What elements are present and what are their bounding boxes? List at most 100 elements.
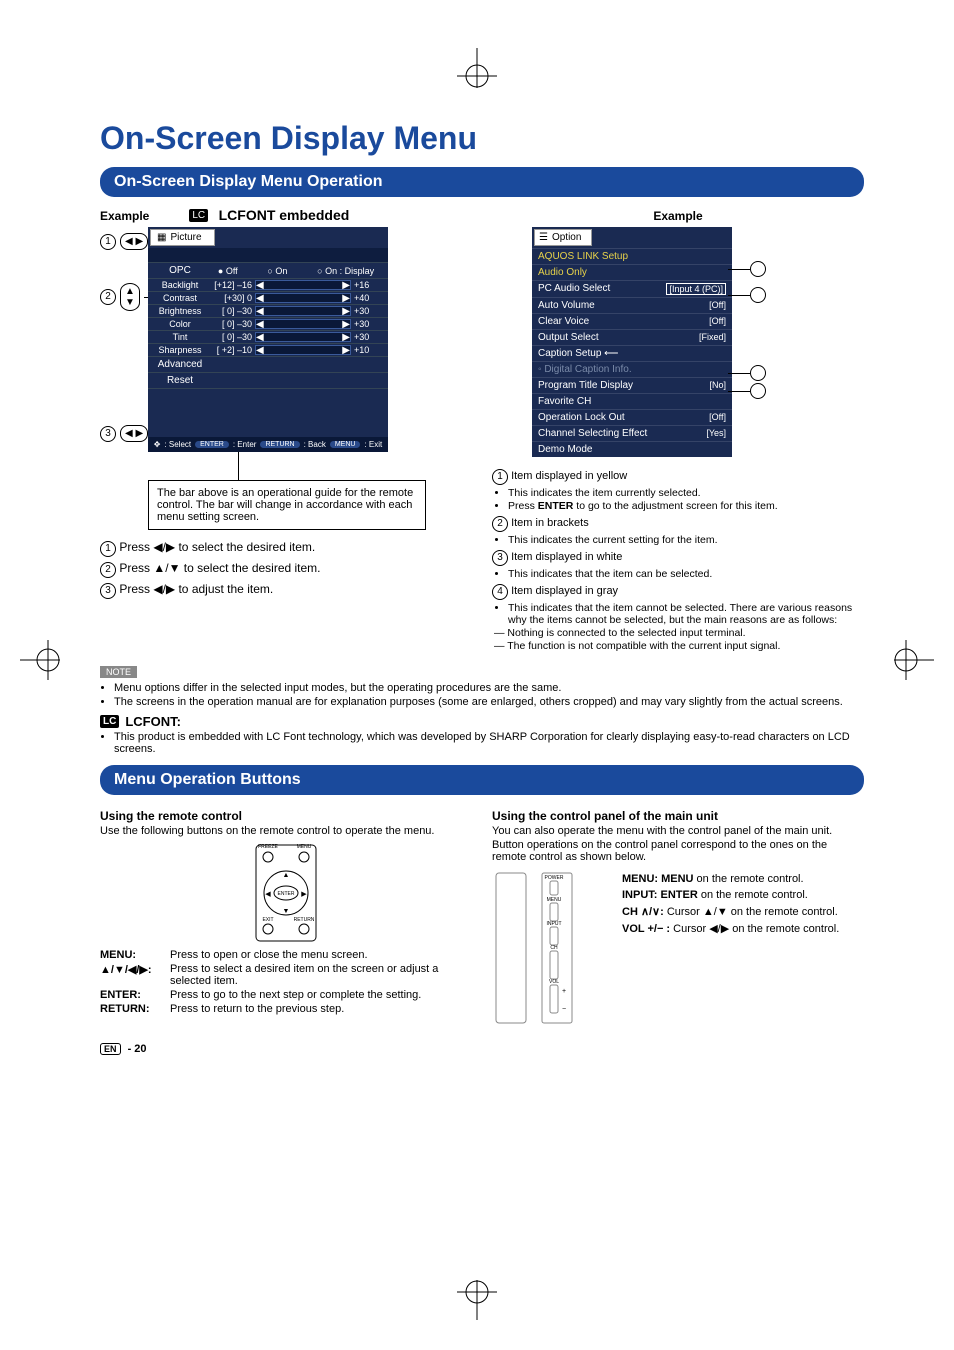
page-number: EN - 20 — [100, 1043, 864, 1055]
option-row[interactable]: Demo Mode — [532, 441, 732, 457]
svg-text:▲: ▲ — [283, 872, 290, 879]
legend-4-head: 4 Item displayed in gray — [492, 584, 864, 600]
svg-text:MENU: MENU — [297, 844, 312, 850]
notes-list: Menu options differ in the selected inpu… — [114, 682, 864, 708]
option-row[interactable]: AQUOS LINK Setup — [532, 248, 732, 264]
advanced-row[interactable]: Advanced — [152, 359, 208, 370]
opc-on-display[interactable]: On : Display — [317, 266, 374, 276]
option-row[interactable]: Audio Only — [532, 264, 732, 280]
option-row[interactable]: ◦ Digital Caption Info. — [532, 361, 732, 377]
slider-track[interactable]: ◀▶ — [255, 345, 351, 355]
svg-text:EXIT: EXIT — [262, 917, 273, 923]
step-1: 1 Press ◀/▶ to select the desired item. — [100, 540, 472, 557]
left-right-button-icon-2: ◀ ▶ — [120, 425, 148, 442]
callout-3-left: 3 — [100, 426, 116, 442]
slider-max: +10 — [351, 345, 384, 355]
svg-text:CH: CH — [550, 945, 558, 951]
option-row[interactable]: Clear Voice[Off] — [532, 313, 732, 329]
svg-text:◀: ◀ — [265, 891, 271, 898]
slider-label: Color — [152, 319, 208, 329]
slider-max: +30 — [351, 332, 384, 342]
opc-on[interactable]: On — [267, 266, 287, 276]
legend-1-body: This indicates the item currently select… — [508, 487, 864, 512]
note-tag: NOTE — [100, 666, 137, 678]
picture-icon: ▦ — [157, 232, 166, 243]
svg-text:+: + — [562, 988, 566, 995]
slider-max: +40 — [351, 293, 384, 303]
svg-text:ENTER: ENTER — [278, 891, 295, 897]
option-row[interactable]: Output Select[Fixed] — [532, 329, 732, 345]
return-pill: RETURN — [260, 441, 299, 448]
legend-4-body: This indicates that the item cannot be s… — [508, 602, 864, 652]
slider-label: Contrast — [152, 293, 208, 303]
slider-value: [ 0] –30 — [208, 332, 255, 342]
example-label-right: Example — [492, 209, 864, 223]
slider-track[interactable]: ◀▶ — [255, 332, 351, 342]
guide-bar: ✥: Select ENTER: Enter RETURN: Back MENU… — [148, 437, 388, 452]
slider-track[interactable]: ◀▶ — [255, 293, 351, 303]
svg-text:INPUT: INPUT — [547, 921, 562, 927]
opc-label: OPC — [152, 265, 208, 276]
slider-label: Tint — [152, 332, 208, 342]
svg-text:▼: ▼ — [283, 908, 290, 915]
slider-track[interactable]: ◀▶ — [255, 280, 351, 290]
picture-tab[interactable]: ▦ Picture — [150, 229, 215, 246]
lcfont-icon: LC — [189, 209, 208, 222]
enter-pill: ENTER — [195, 441, 229, 448]
slider-value: [+12] –16 — [208, 280, 255, 290]
callout-4-right: 4 — [750, 383, 766, 399]
slider-value: [ 0] –30 — [208, 306, 255, 316]
legend-2-head: 2 Item in brackets — [492, 516, 864, 532]
option-row[interactable]: Caption Setup ⟵ — [532, 345, 732, 361]
guide-info-box: The bar above is an operational guide fo… — [148, 480, 426, 530]
nav-arrows-icon: ✥ — [154, 440, 161, 449]
reset-row[interactable]: Reset — [152, 375, 208, 386]
crop-mark-right — [894, 640, 934, 680]
remote-intro: Use the following buttons on the remote … — [100, 825, 472, 837]
slider-max: +30 — [351, 319, 384, 329]
option-tab[interactable]: ☰ Option — [534, 229, 592, 246]
crop-mark-top — [457, 48, 497, 88]
slider-label: Sharpness — [152, 345, 208, 355]
panel-p2: Button operations on the control panel c… — [492, 839, 864, 863]
callout-2-right: 2 — [750, 287, 766, 303]
up-down-button-icon: ▲▼ — [120, 283, 140, 311]
slider-value: [ +2] –10 — [208, 345, 255, 355]
slider-max: +30 — [351, 306, 384, 316]
option-row[interactable]: Auto Volume[Off] — [532, 297, 732, 313]
section-header-buttons: Menu Operation Buttons — [100, 765, 864, 795]
option-row[interactable]: Program Title Display[No] — [532, 377, 732, 393]
legend-3-head: 3 Item displayed in white — [492, 550, 864, 566]
page-title: On-Screen Display Menu — [100, 120, 864, 157]
slider-max: +16 — [351, 280, 384, 290]
svg-text:RETURN: RETURN — [294, 917, 315, 923]
opc-off[interactable]: Off — [218, 266, 238, 276]
callout-1-right: 1 — [750, 261, 766, 277]
crop-mark-bottom — [457, 1280, 497, 1320]
example-label-left: Example — [100, 209, 149, 223]
remote-diagram: FREEZE MENU ENTER ▲ ▼ ◀ ▶ EXIT RETURN — [226, 843, 346, 943]
step-3: 3 Press ◀/▶ to adjust the item. — [100, 582, 472, 599]
slider-track[interactable]: ◀▶ — [255, 319, 351, 329]
menu-pill: MENU — [330, 441, 361, 448]
legend-2-body: This indicates the current setting for t… — [508, 534, 864, 546]
option-row[interactable]: Favorite CH — [532, 393, 732, 409]
svg-text:MENU: MENU — [547, 897, 562, 903]
option-icon: ☰ — [539, 232, 548, 243]
picture-menu-mock: ▦ Picture OPC Off On On : Display Backli… — [148, 227, 388, 452]
callout-3-right: 3 — [750, 365, 766, 381]
option-row[interactable]: Operation Lock Out[Off] — [532, 409, 732, 425]
slider-track[interactable]: ◀▶ — [255, 306, 351, 316]
svg-text:POWER: POWER — [545, 875, 564, 881]
lcfont-note: This product is embedded with LC Font te… — [114, 731, 864, 755]
panel-heading: Using the control panel of the main unit — [492, 809, 864, 823]
panel-p1: You can also operate the menu with the c… — [492, 825, 864, 837]
option-tab-label: Option — [552, 232, 581, 243]
crop-mark-left — [20, 640, 60, 680]
remote-button-table: MENU:Press to open or close the menu scr… — [100, 949, 472, 1015]
slider-value: [+30] 0 — [208, 293, 255, 303]
option-row[interactable]: PC Audio Select[Input 4 (PC)] — [532, 280, 732, 297]
step-2: 2 Press ▲/▼ to select the desired item. — [100, 561, 472, 578]
option-row[interactable]: Channel Selecting Effect[Yes] — [532, 425, 732, 441]
lcfont-embedded-label: LCFONT embedded — [219, 207, 350, 223]
